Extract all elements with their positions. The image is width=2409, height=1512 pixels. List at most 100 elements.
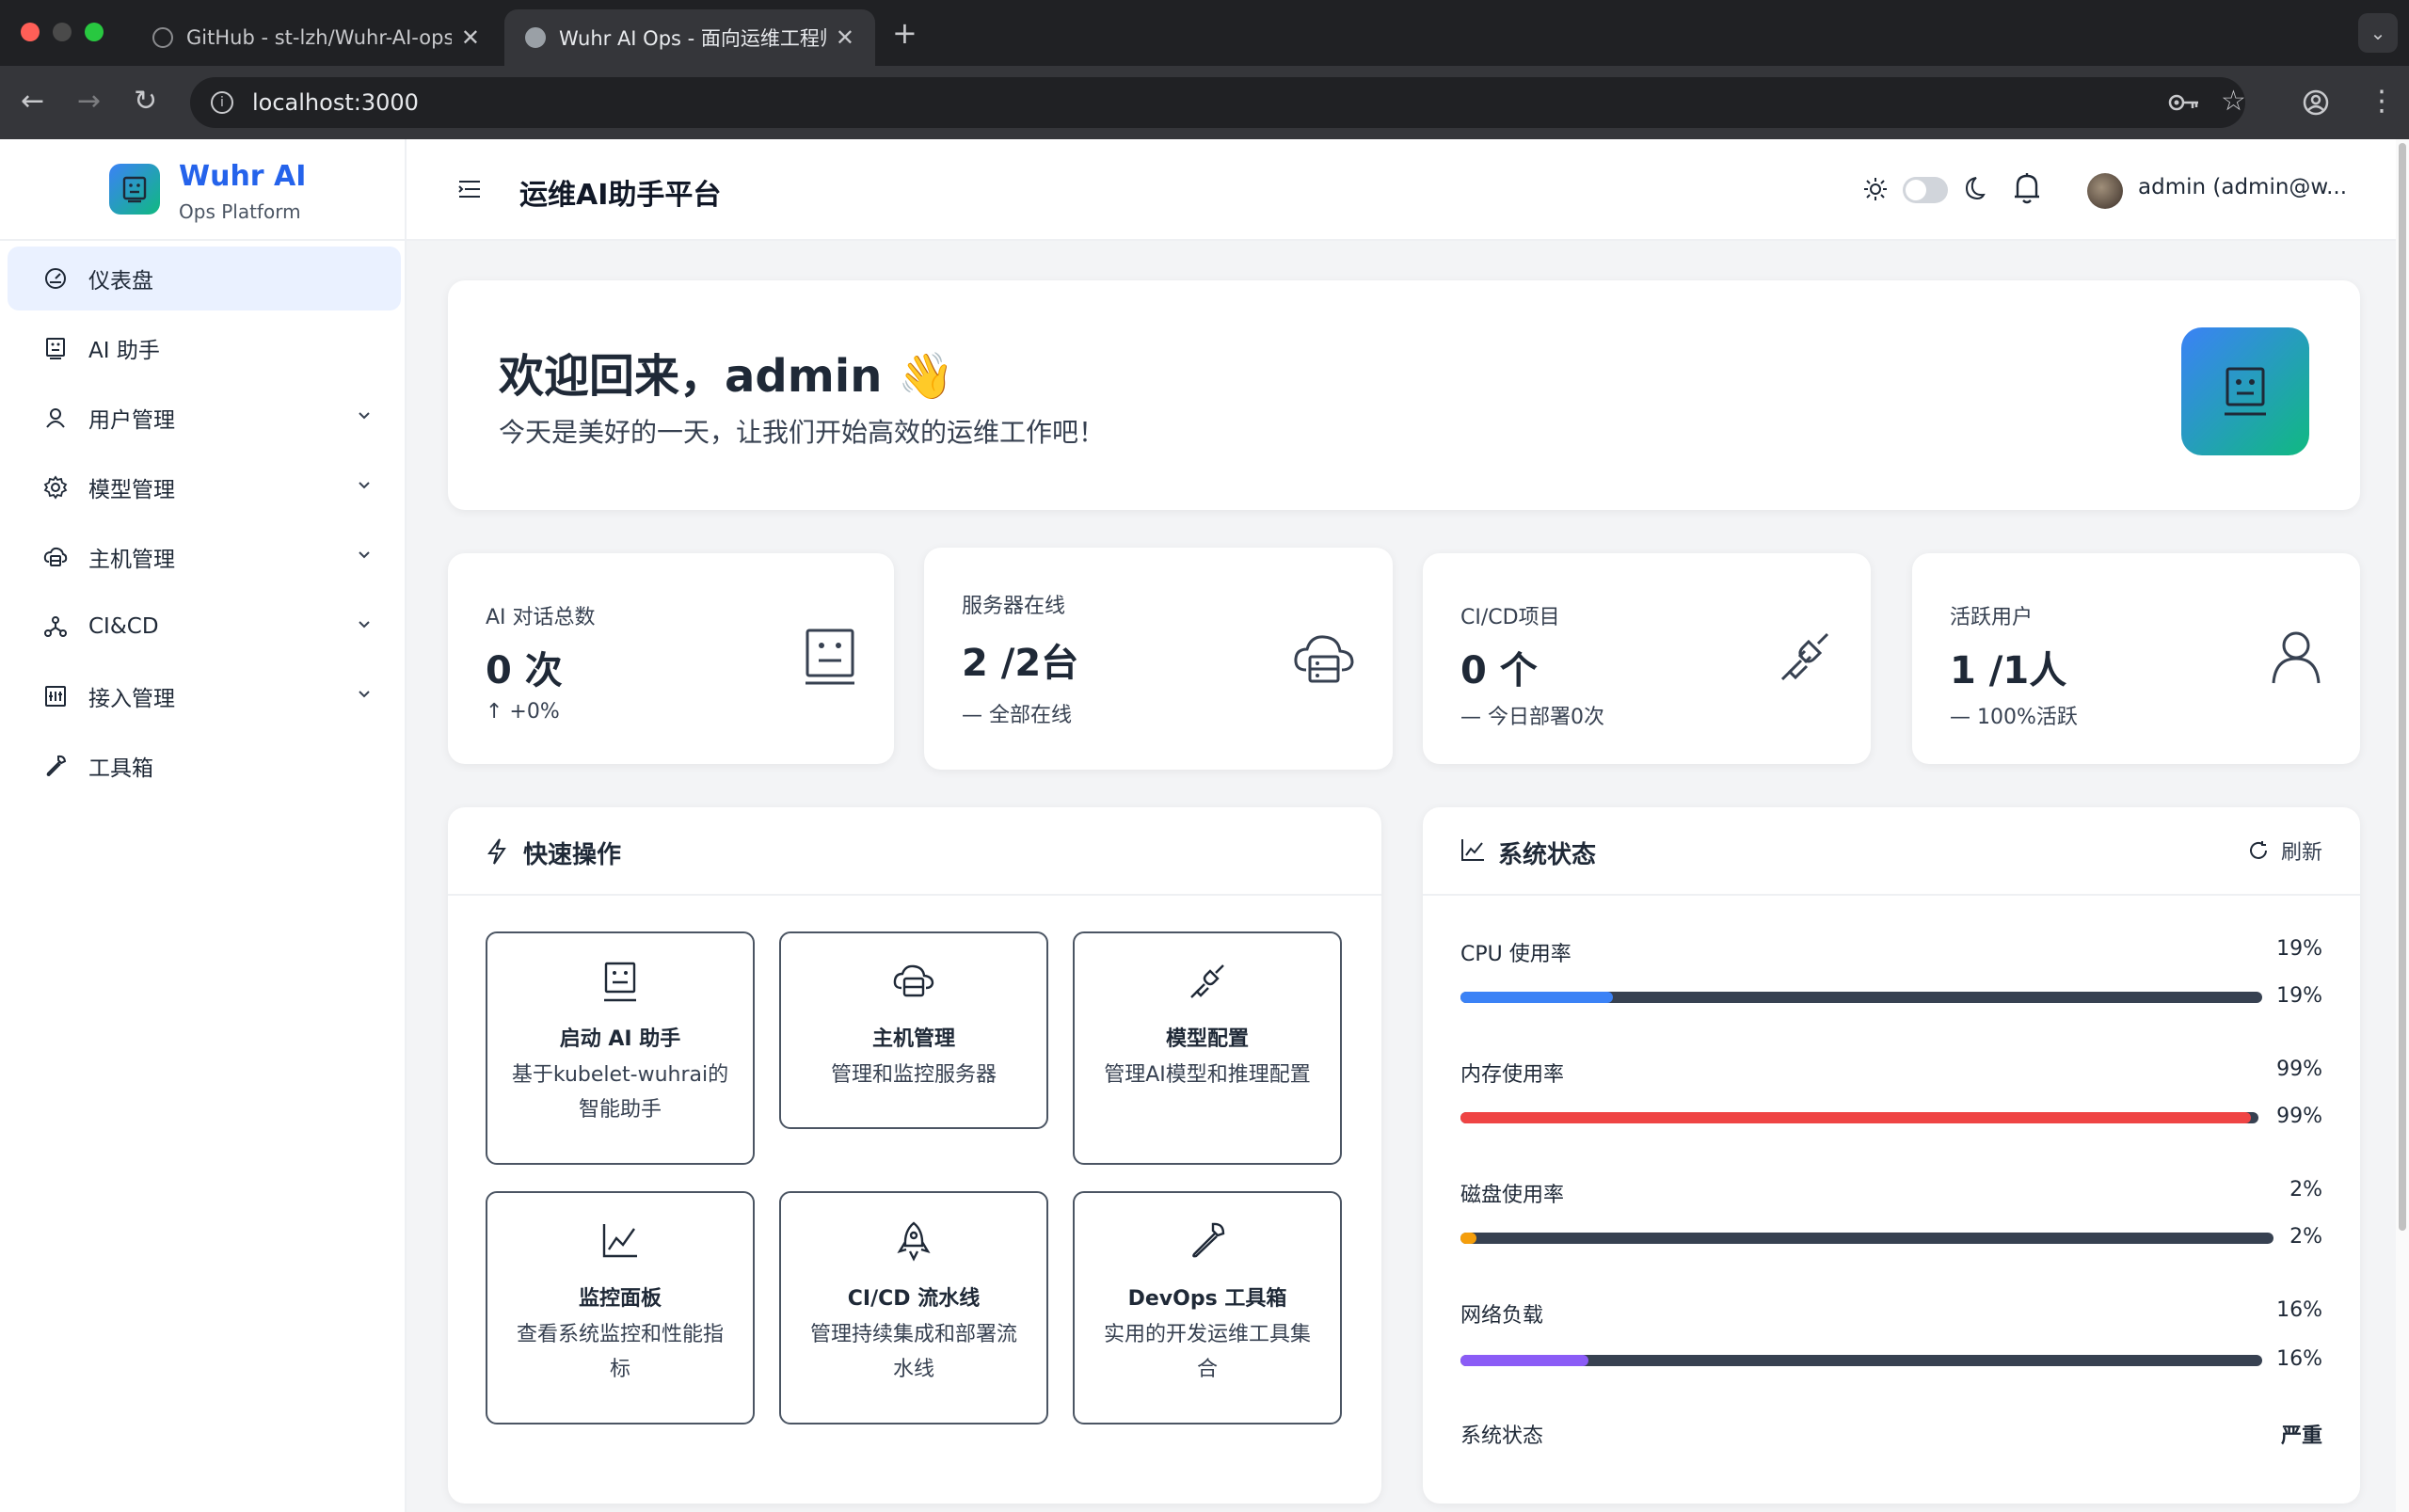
quick-action-cicd-pipeline[interactable]: CI/CD 流水线 管理持续集成和部署流水线 — [779, 1191, 1048, 1424]
api-plug-icon — [1075, 962, 1340, 1003]
theme-toggle[interactable] — [1903, 177, 1948, 203]
quick-action-desc: 管理持续集成和部署流水线 — [809, 1323, 1017, 1381]
back-button[interactable]: ← — [21, 85, 44, 119]
close-tab-icon[interactable]: ✕ — [461, 24, 480, 51]
password-key-icon[interactable] — [2168, 90, 2200, 115]
profile-icon[interactable] — [2302, 88, 2330, 117]
more-menu-icon[interactable]: ⋮ — [2368, 85, 2396, 118]
browser-toolbar: ← → ↻ i localhost:3000 ☆ ⋮ — [0, 66, 2409, 139]
sidebar-item-label: 模型管理 — [88, 478, 175, 502]
sidebar-item-label: 仪表盘 — [88, 269, 153, 294]
bell-icon[interactable] — [2012, 171, 2042, 205]
sidebar: Wuhr AI Ops Platform 仪表盘 AI 助手 用户管理 模型管理… — [0, 139, 407, 1512]
page-scrollbar[interactable] — [2396, 139, 2409, 1512]
sun-icon — [1864, 178, 1887, 200]
chevron-down-icon[interactable] — [356, 615, 373, 632]
quick-action-title: 监控面板 — [578, 1287, 662, 1311]
quick-action-title: 主机管理 — [871, 1027, 955, 1051]
stat-label: AI 对话总数 — [486, 606, 596, 629]
quick-action-desc: 实用的开发运维工具集合 — [1103, 1323, 1311, 1381]
system-status-panel: 系统状态 刷新 CPU 使用率 19% 19% 内存使用率 99% 99% 磁盘… — [1423, 807, 2360, 1504]
forward-button[interactable]: → — [77, 85, 101, 119]
stat-label: 服务器在线 — [962, 595, 1066, 618]
brand: Wuhr AI Ops Platform — [0, 139, 405, 241]
chevron-down-icon[interactable] — [356, 406, 373, 423]
quick-action-model-config[interactable]: 模型配置 管理AI模型和推理配置 — [1073, 931, 1342, 1165]
panel-title: 系统状态 — [1498, 841, 1597, 869]
tool-icon — [43, 754, 72, 778]
deployment-unit-icon — [43, 614, 72, 639]
address-bar[interactable]: i localhost:3000 — [190, 77, 2245, 128]
header: 运维AI助手平台 admin (admin@w... — [407, 139, 2396, 241]
chevron-down-icon[interactable] — [356, 476, 373, 493]
welcome-robot-icon — [2181, 327, 2309, 455]
tab-search-button[interactable]: ⌄ — [2358, 13, 2398, 53]
browser-tab-wuhr[interactable]: Wuhr AI Ops - 面向运维工程师 ✕ — [504, 9, 875, 66]
sidebar-item-label: 接入管理 — [88, 687, 175, 711]
quick-action-devops-toolbox[interactable]: DevOps 工具箱 实用的开发运维工具集合 — [1073, 1191, 1342, 1424]
site-info-icon[interactable]: i — [211, 91, 233, 114]
stat-value: 2 /2台 — [962, 642, 1079, 685]
browser-tab-github[interactable]: GitHub - st-lzh/Wuhr-AI-ops: Wu ✕ — [132, 9, 501, 66]
progress-bar-memory — [1460, 1112, 2258, 1123]
sidebar-item-label: CI&CD — [88, 614, 159, 639]
stat-trend: — 全部在线 — [962, 704, 1072, 727]
user-icon — [43, 406, 72, 430]
user-name[interactable]: admin (admin@w... — [2138, 175, 2354, 199]
maximize-window-button[interactable] — [85, 23, 104, 41]
progress-fill — [1460, 1233, 1477, 1244]
sidebar-item-access-management[interactable]: 接入管理 — [8, 664, 401, 728]
sidebar-item-ai-assistant[interactable]: AI 助手 — [8, 316, 401, 380]
progress-percent-network: 16% — [2276, 1347, 2322, 1371]
metric-value-network: 16% — [2276, 1298, 2322, 1322]
progress-fill — [1460, 1355, 1589, 1366]
tab-title: GitHub - st-lzh/Wuhr-AI-ops: Wu — [186, 26, 452, 49]
menu-fold-icon[interactable] — [457, 179, 482, 199]
quick-action-title: 启动 AI 助手 — [559, 1027, 681, 1051]
line-chart-icon — [487, 1221, 753, 1263]
quick-action-desc: 查看系统监控和性能指标 — [516, 1323, 724, 1381]
stat-card-active-users: 活跃用户 1 /1人 — 100%活跃 — [1912, 553, 2360, 764]
close-tab-icon[interactable]: ✕ — [836, 24, 854, 51]
github-icon — [152, 27, 173, 48]
quick-action-monitoring[interactable]: 监控面板 查看系统监控和性能指标 — [486, 1191, 755, 1424]
sidebar-item-label: 主机管理 — [88, 548, 175, 572]
robot-icon — [43, 336, 72, 360]
bookmark-star-icon[interactable]: ☆ — [2221, 85, 2246, 118]
progress-bar-network — [1460, 1355, 2262, 1366]
cloud-server-icon — [43, 545, 72, 569]
sidebar-item-label: AI 助手 — [88, 339, 160, 363]
reload-button[interactable]: ↻ — [134, 85, 157, 119]
sidebar-item-toolbox[interactable]: 工具箱 — [8, 734, 401, 798]
quick-action-ai-assistant[interactable]: 启动 AI 助手 基于kubelet-wuhrai的智能助手 — [486, 931, 755, 1165]
tab-title: Wuhr AI Ops - 面向运维工程师 — [559, 27, 826, 50]
sidebar-item-dashboard[interactable]: 仪表盘 — [8, 247, 401, 310]
robot-icon — [487, 962, 753, 1003]
sidebar-item-model-management[interactable]: 模型管理 — [8, 455, 401, 519]
stat-value: 1 /1人 — [1950, 649, 2067, 692]
close-window-button[interactable] — [21, 23, 40, 41]
system-status-label: 系统状态 — [1460, 1424, 1544, 1448]
quick-action-title: DevOps 工具箱 — [1127, 1287, 1287, 1311]
refresh-button[interactable]: 刷新 — [2247, 836, 2322, 866]
globe-icon — [525, 27, 546, 48]
quick-action-desc: 管理AI模型和推理配置 — [1104, 1063, 1311, 1087]
chevron-down-icon[interactable] — [356, 685, 373, 702]
avatar[interactable] — [2087, 173, 2123, 209]
metric-label-disk: 磁盘使用率 — [1460, 1184, 1565, 1207]
sidebar-item-user-management[interactable]: 用户管理 — [8, 386, 401, 450]
quick-action-host-management[interactable]: 主机管理 管理和监控服务器 — [779, 931, 1048, 1129]
chevron-down-icon[interactable] — [356, 546, 373, 563]
stat-value: 0 个 — [1460, 649, 1538, 692]
minimize-window-button[interactable] — [53, 23, 72, 41]
sidebar-item-label: 用户管理 — [88, 408, 175, 433]
stat-trend: — 100%活跃 — [1950, 706, 2078, 729]
new-tab-button[interactable]: + — [892, 15, 917, 51]
progress-percent-disk: 2% — [2289, 1225, 2322, 1249]
stat-trend: — 今日部署0次 — [1460, 706, 1604, 729]
stat-card-servers-online: 服务器在线 2 /2台 — 全部在线 — [924, 548, 1393, 770]
sidebar-item-cicd[interactable]: CI&CD — [8, 595, 401, 659]
system-status-value: 严重 — [2280, 1424, 2322, 1448]
sidebar-item-host-management[interactable]: 主机管理 — [8, 525, 401, 589]
progress-fill — [1460, 1112, 2251, 1123]
